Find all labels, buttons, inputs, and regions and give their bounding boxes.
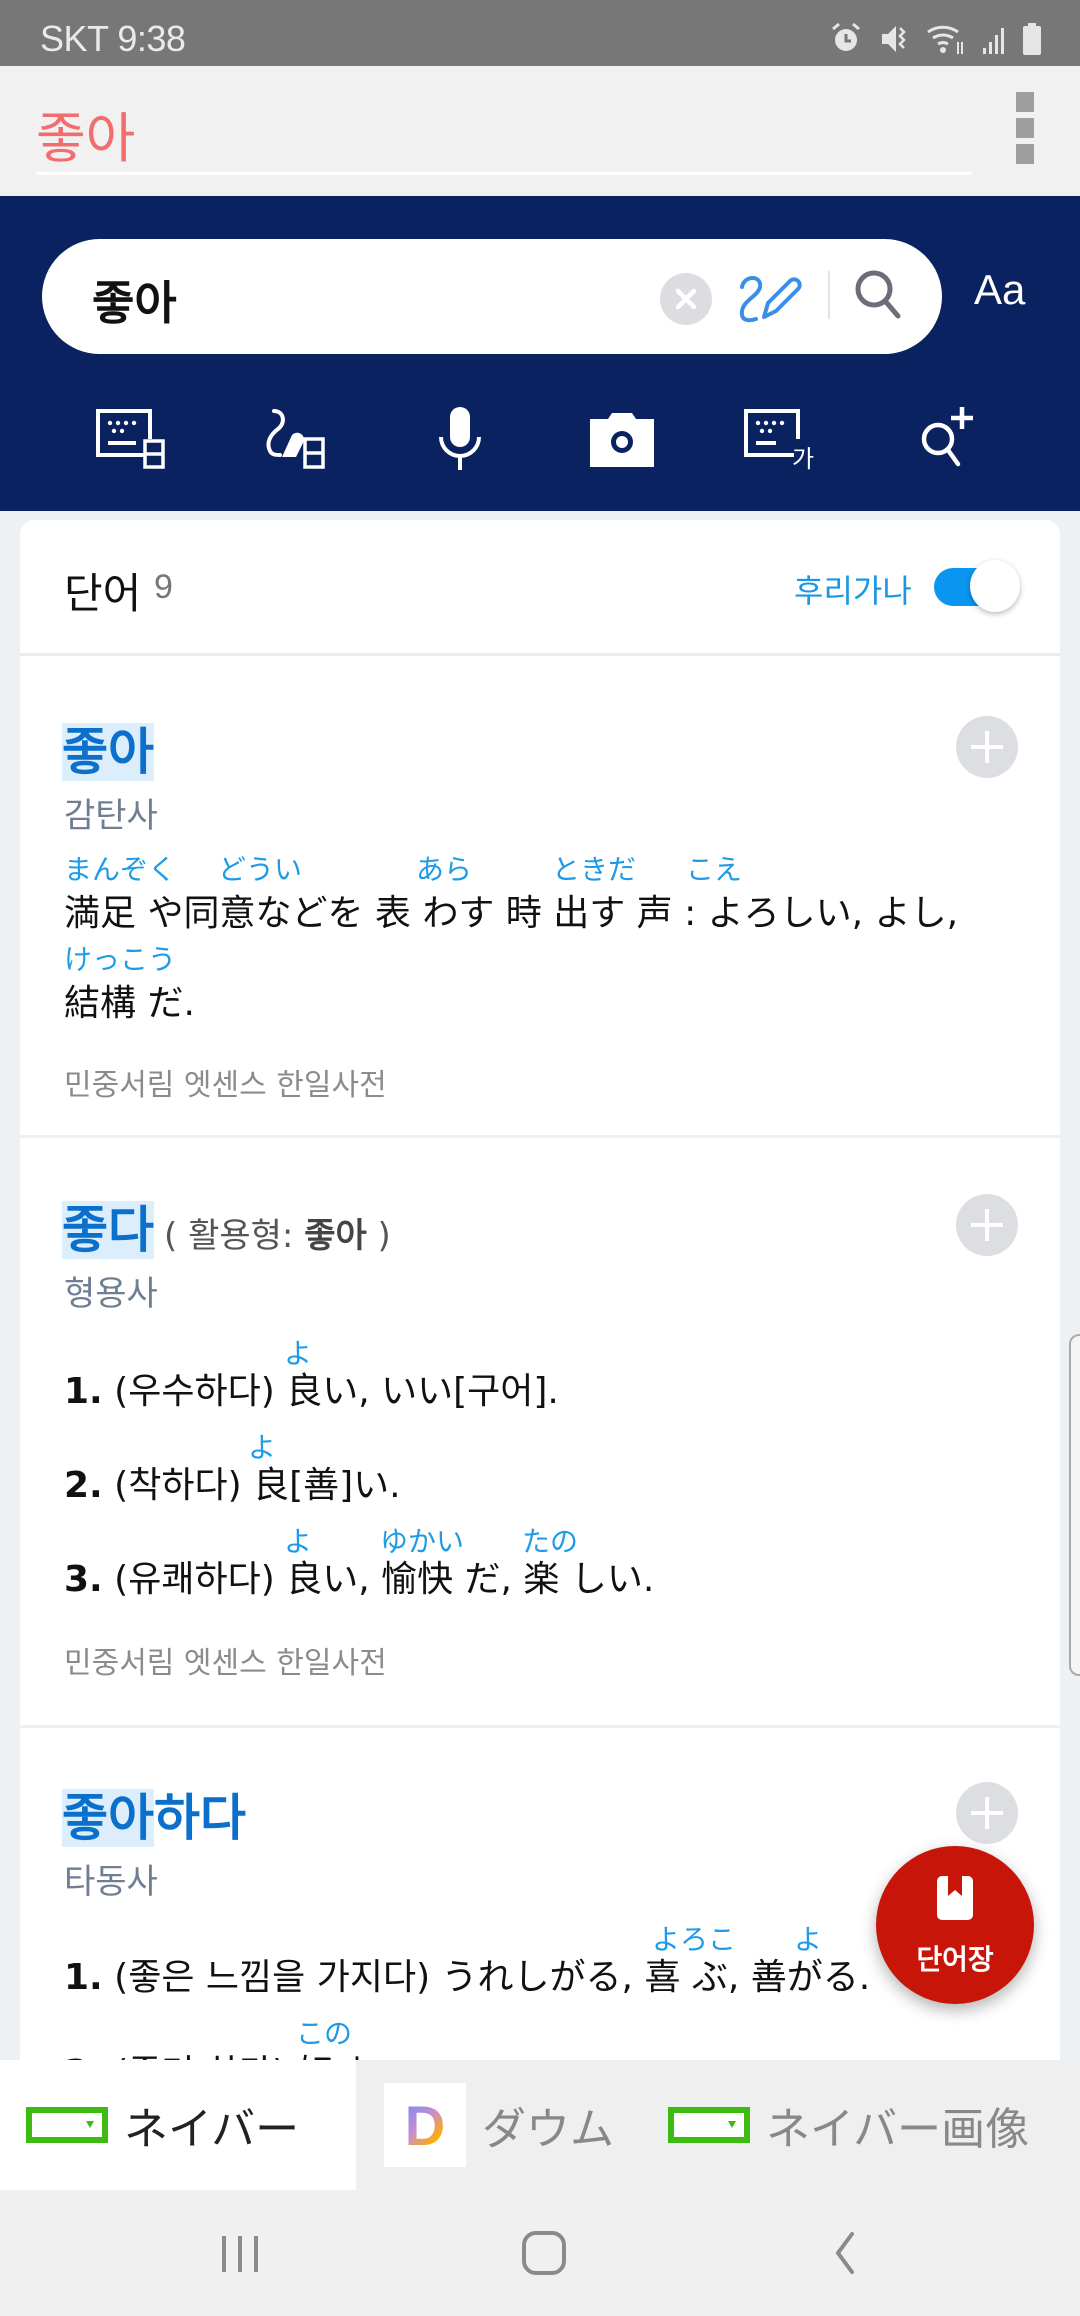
furigana-toggle[interactable] bbox=[934, 560, 1020, 612]
search-header: 좋아 Aa 가 bbox=[0, 196, 1080, 511]
add-to-wordbook-button[interactable] bbox=[956, 1194, 1018, 1256]
system-nav-bar bbox=[0, 2190, 1080, 2316]
query-bar: 좋아 bbox=[0, 66, 1080, 196]
font-size-button[interactable]: Aa bbox=[974, 266, 1025, 314]
sense-line: 1. (우수하다) 良い, いい[구어]. bbox=[64, 1371, 559, 1412]
definition-line: 結構 だ. bbox=[64, 983, 195, 1024]
source-tabs: ネイバー D ダウム ネイバー画像 bbox=[0, 2060, 1080, 2190]
furigana-label: 후리가나 bbox=[794, 572, 912, 610]
home-icon[interactable] bbox=[514, 2230, 574, 2276]
naver-logo-icon bbox=[668, 2107, 750, 2143]
bookmark-book-icon bbox=[937, 1876, 973, 1920]
results-card: 단어 9 후리가나 좋아 감탄사 まんぞく どうい あら ときだ こえ 満足 や… bbox=[20, 520, 1060, 2060]
sense-line: 2. (즐겨 하다) 好 む bbox=[64, 2044, 381, 2060]
scrollbar-thumb[interactable] bbox=[1069, 1334, 1080, 1676]
result-count: 9 bbox=[154, 568, 173, 606]
battery-icon bbox=[1023, 23, 1041, 55]
part-of-speech: 타동사 bbox=[64, 1862, 158, 1902]
add-to-wordbook-button[interactable] bbox=[956, 716, 1018, 778]
ruby-text: けっこう bbox=[64, 943, 177, 976]
entry-item[interactable]: 좋다( 활용형: 좋아 ) 형용사 よ 1. (우수하다) 良い, いい[구어]… bbox=[20, 1138, 1060, 1728]
signal-icon bbox=[983, 28, 1004, 54]
wordbook-button[interactable]: 단어장 bbox=[876, 1846, 1034, 2004]
daum-logo-icon: D bbox=[384, 2083, 466, 2167]
tab-label: ネイバー bbox=[124, 2104, 300, 2155]
query-underline bbox=[36, 172, 972, 175]
entry-item[interactable]: 좋아 감탄사 まんぞく どうい あら ときだ こえ 満足 や同意などを 表 わす… bbox=[20, 656, 1060, 1138]
search-separator bbox=[828, 271, 830, 319]
wifi-icon bbox=[927, 25, 963, 54]
search-plus-icon[interactable] bbox=[902, 401, 992, 481]
back-icon[interactable] bbox=[816, 2230, 876, 2276]
search-input[interactable]: 좋아 bbox=[42, 239, 942, 354]
input-tools: 가 bbox=[0, 401, 1080, 481]
dictionary-source: 민중서림 엣센스 한일사전 bbox=[64, 1646, 387, 1681]
ruby-text: ときだ bbox=[552, 853, 637, 886]
search-input-value[interactable]: 좋아 bbox=[92, 267, 177, 333]
ruby-text: あら bbox=[416, 853, 473, 886]
entry-headword[interactable]: 좋다( 활용형: 좋아 ) bbox=[62, 1190, 391, 1262]
search-icon[interactable] bbox=[850, 265, 906, 325]
japanese-keyboard-icon[interactable] bbox=[92, 401, 182, 481]
microphone-icon[interactable] bbox=[415, 401, 505, 481]
tab-daum[interactable]: D ダウム bbox=[384, 2060, 654, 2190]
part-of-speech: 형용사 bbox=[64, 1274, 158, 1314]
ruby-text: こえ bbox=[686, 853, 743, 886]
sense-line: 1. (좋은 느낌을 가지다) うれしがる, 喜 ぶ, 善がる. bbox=[64, 1957, 871, 1998]
alarm-icon bbox=[832, 22, 860, 51]
japanese-handwriting-icon[interactable] bbox=[252, 401, 342, 481]
tab-naver-images[interactable]: ネイバー画像 bbox=[668, 2060, 1080, 2190]
more-vert-icon[interactable] bbox=[1016, 92, 1040, 168]
wordbook-label: 단어장 bbox=[916, 1943, 994, 1976]
dictionary-source: 민중서림 엣센스 한일사전 bbox=[64, 1068, 387, 1103]
naver-logo-icon bbox=[26, 2107, 108, 2143]
toggle-knob bbox=[970, 560, 1020, 612]
tab-naver[interactable]: ネイバー bbox=[0, 2060, 356, 2190]
conjugation-note: ( 활용형: 좋아 ) bbox=[164, 1216, 391, 1256]
add-to-wordbook-button[interactable] bbox=[956, 1782, 1018, 1844]
tab-label: ネイバー画像 bbox=[766, 2104, 1030, 2155]
section-label: 단어 bbox=[64, 569, 142, 618]
recent-apps-icon[interactable] bbox=[210, 2230, 270, 2276]
part-of-speech: 감탄사 bbox=[64, 796, 158, 836]
query-title[interactable]: 좋아 bbox=[36, 94, 135, 173]
entry-headword[interactable]: 좋아하다 bbox=[62, 1778, 246, 1850]
handwriting-icon[interactable] bbox=[736, 265, 802, 327]
camera-icon[interactable] bbox=[577, 401, 667, 481]
clear-icon[interactable] bbox=[660, 273, 712, 325]
sense-line: 2. (착하다) 良[善]い. bbox=[64, 1465, 401, 1506]
carrier-time: SKT 9:38 bbox=[40, 18, 186, 59]
definition-line: 満足 や同意などを 表 わす 時 出す 声 : よろしい, よし, bbox=[64, 893, 959, 934]
status-bar: SKT 9:38 bbox=[0, 0, 1080, 66]
tab-label: ダウム bbox=[482, 2104, 614, 2155]
results-header: 단어 9 후리가나 bbox=[20, 520, 1060, 656]
ruby-text: まんぞく bbox=[64, 853, 177, 886]
ruby-text: どうい bbox=[218, 853, 303, 886]
korean-keyboard-icon[interactable]: 가 bbox=[740, 401, 830, 481]
sense-line: 3. (유쾌하다) 良い, 愉快 だ, 楽 しい. bbox=[64, 1559, 655, 1600]
svg-text:가: 가 bbox=[792, 445, 814, 473]
entry-headword[interactable]: 좋아 bbox=[62, 712, 154, 784]
vibrate-mute-icon bbox=[882, 26, 906, 52]
app-screen: SKT 9:38 좋아 좋아 Aa 가 단어 9 후리가나 좋아 감탄사 まんぞ… bbox=[0, 0, 1080, 2316]
